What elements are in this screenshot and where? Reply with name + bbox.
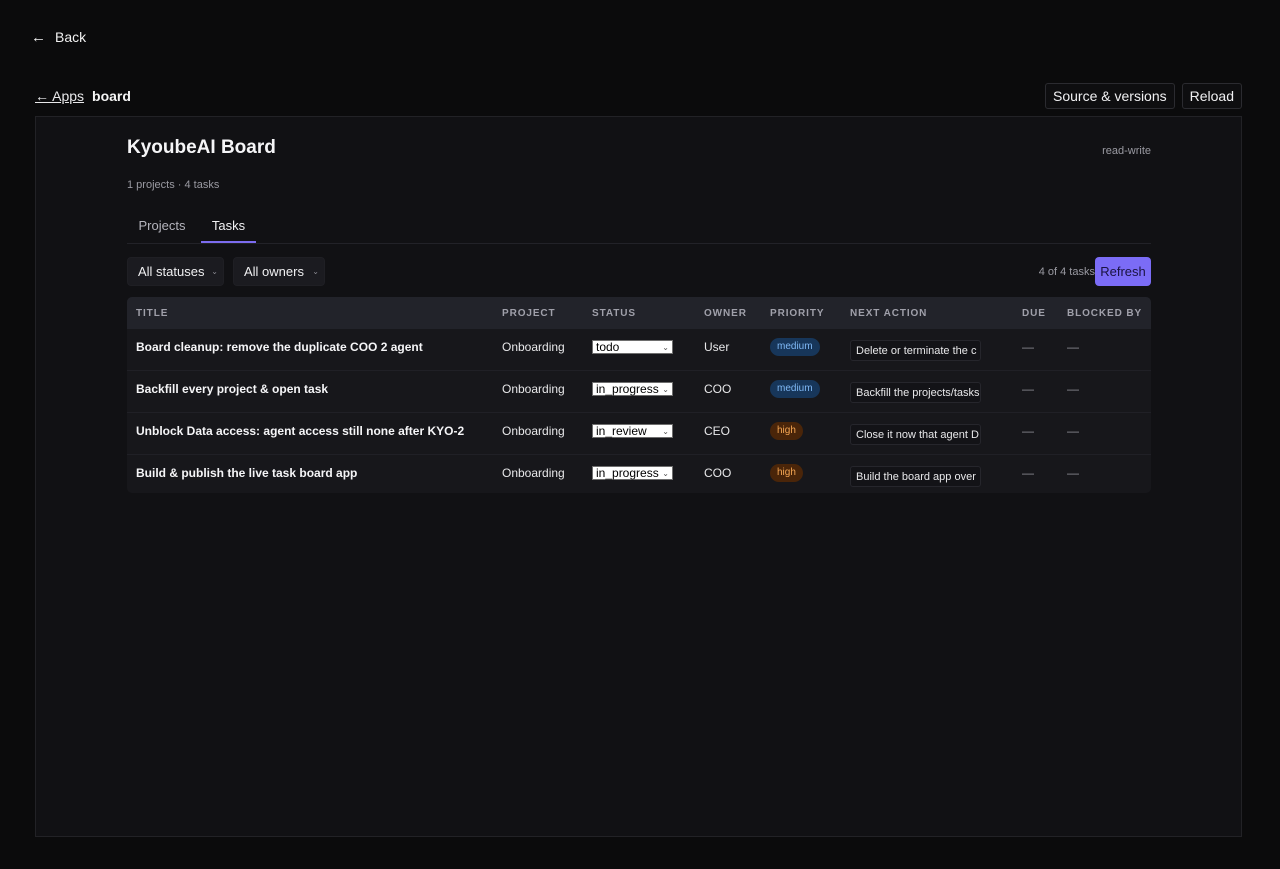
table-row: Backfill every project & open task Onboa… <box>127 370 1151 412</box>
owner-filter-value: All owners <box>244 264 304 279</box>
priority-cell: high <box>770 455 803 490</box>
table-header: TITLE PROJECT STATUS OWNER PRIORITY NEXT… <box>127 297 1151 329</box>
reload-button[interactable]: Reload <box>1181 83 1242 109</box>
priority-cell: high <box>770 413 803 448</box>
status-select-cell: todo ⌄ <box>592 329 673 364</box>
task-blocked-by: — <box>1067 423 1079 438</box>
status-select[interactable]: todo ⌄ <box>592 339 673 354</box>
table-row: Unblock Data access: agent access still … <box>127 412 1151 454</box>
chevron-down-icon: ⌄ <box>211 267 218 276</box>
priority-cell: medium <box>770 371 820 406</box>
next-action-field[interactable]: Build the board app over <box>850 466 981 487</box>
status-value: in_progress <box>596 381 659 396</box>
status-filter-select[interactable]: All statuses ⌄ <box>127 257 224 286</box>
column-header-blocked-by: BLOCKED BY <box>1067 307 1143 319</box>
tasks-table: TITLE PROJECT STATUS OWNER PRIORITY NEXT… <box>127 297 1151 493</box>
priority-badge: medium <box>770 379 820 398</box>
chevron-down-icon: ⌄ <box>662 342 669 352</box>
owner-filter-select[interactable]: All owners ⌄ <box>233 257 325 286</box>
task-due: — <box>1022 423 1034 438</box>
status-select[interactable]: in_review ⌄ <box>592 423 673 438</box>
next-action-field[interactable]: Backfill the projects/tasks <box>850 382 981 403</box>
chevron-down-icon: ⌄ <box>662 384 669 394</box>
back-label: Back <box>55 29 87 45</box>
priority-badge: medium <box>770 337 820 356</box>
task-owner: COO <box>704 381 732 396</box>
task-due: — <box>1022 465 1034 480</box>
next-action-cell: Close it now that agent D <box>850 413 981 448</box>
priority-cell: medium <box>770 329 820 364</box>
status-select[interactable]: in_progress ⌄ <box>592 381 673 396</box>
task-blocked-by: — <box>1067 339 1079 354</box>
access-mode-label: read-write <box>1102 145 1151 157</box>
next-action-cell: Build the board app over <box>850 455 981 490</box>
app-name: board <box>92 88 131 104</box>
next-action-field[interactable]: Delete or terminate the c <box>850 340 981 361</box>
header-actions: Source & versions Reload <box>1045 83 1242 109</box>
next-action-field[interactable]: Close it now that agent D <box>850 424 981 445</box>
column-header-title: TITLE <box>136 307 169 319</box>
chevron-down-icon: ⌄ <box>662 468 669 478</box>
board-summary: 1 projects · 4 tasks <box>127 179 220 191</box>
filter-bar: All statuses ⌄ All owners ⌄ <box>127 257 325 286</box>
status-value: todo <box>596 339 620 354</box>
column-header-next-action: NEXT ACTION <box>850 307 928 319</box>
column-header-priority: PRIORITY <box>770 307 825 319</box>
next-action-cell: Backfill the projects/tasks <box>850 371 981 406</box>
task-owner: User <box>704 339 730 354</box>
column-header-due: DUE <box>1022 307 1046 319</box>
status-filter-value: All statuses <box>138 264 205 279</box>
task-title: Backfill every project & open task <box>136 381 329 396</box>
task-owner: COO <box>704 465 732 480</box>
status-value: in_review <box>596 423 647 438</box>
chevron-down-icon: ⌄ <box>662 426 669 436</box>
task-project: Onboarding <box>502 465 565 480</box>
source-versions-button[interactable]: Source & versions <box>1045 83 1175 109</box>
task-count: 4 of 4 tasks <box>1038 266 1095 278</box>
refresh-button[interactable]: Refresh <box>1095 257 1151 286</box>
task-owner: CEO <box>704 423 731 438</box>
task-blocked-by: — <box>1067 465 1079 480</box>
page-title: KyoubeAI Board <box>127 137 276 158</box>
task-title: Board cleanup: remove the duplicate COO … <box>136 339 423 354</box>
task-project: Onboarding <box>502 339 565 354</box>
status-select-cell: in_progress ⌄ <box>592 371 673 406</box>
chevron-down-icon: ⌄ <box>312 267 319 276</box>
task-title: Unblock Data access: agent access still … <box>136 423 465 438</box>
status-select[interactable]: in_progress ⌄ <box>592 465 673 480</box>
tab-projects[interactable]: Projects <box>127 209 197 242</box>
tab-bar: Projects Tasks <box>127 209 1151 244</box>
task-project: Onboarding <box>502 423 565 438</box>
back-link[interactable]: ← Back <box>31 29 86 45</box>
task-blocked-by: — <box>1067 381 1079 396</box>
task-project: Onboarding <box>502 381 565 396</box>
column-header-status: STATUS <box>592 307 636 319</box>
status-select-cell: in_review ⌄ <box>592 413 673 448</box>
priority-badge: high <box>770 463 803 482</box>
status-select-cell: in_progress ⌄ <box>592 455 673 490</box>
app-header: ← Apps board Source & versions Reload <box>35 82 1242 110</box>
arrow-left-icon: ← <box>31 28 46 46</box>
task-due: — <box>1022 381 1034 396</box>
task-title: Build & publish the live task board app <box>136 465 358 480</box>
tab-tasks[interactable]: Tasks <box>201 209 256 243</box>
table-row: Build & publish the live task board app … <box>127 454 1151 493</box>
status-value: in_progress <box>596 465 659 480</box>
column-header-owner: OWNER <box>704 307 747 319</box>
app-frame: KyoubeAI Board read-write 1 projects · 4… <box>35 116 1242 837</box>
next-action-cell: Delete or terminate the c <box>850 329 981 364</box>
column-header-project: PROJECT <box>502 307 556 319</box>
apps-link[interactable]: ← Apps <box>35 88 84 104</box>
priority-badge: high <box>770 421 803 440</box>
task-due: — <box>1022 339 1034 354</box>
table-row: Board cleanup: remove the duplicate COO … <box>127 329 1151 370</box>
